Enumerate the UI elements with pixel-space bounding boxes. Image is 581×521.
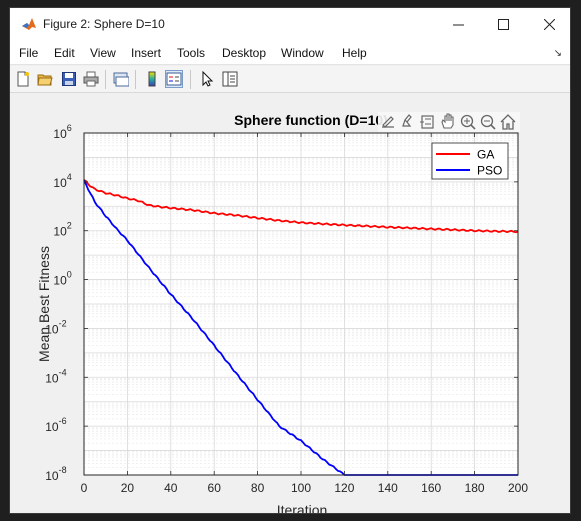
legend[interactable]: GA PSO bbox=[431, 142, 509, 180]
figure-canvas: 0 20 40 60 80 100 120 140 160 180 200 10-8 10-6 10-4… bbox=[11, 94, 570, 514]
legend-icon bbox=[166, 72, 182, 86]
save-icon bbox=[62, 72, 76, 86]
menu-file[interactable]: File bbox=[19, 46, 38, 60]
axes-toolbar bbox=[378, 112, 520, 132]
colorbar-button[interactable] bbox=[143, 70, 161, 88]
menu-view[interactable]: View bbox=[90, 46, 116, 60]
new-figure-button[interactable] bbox=[14, 70, 32, 88]
toolbar-separator bbox=[190, 70, 191, 89]
y-tick-label: 104 bbox=[53, 172, 71, 190]
matlab-logo-icon bbox=[22, 18, 36, 30]
link-plot-button[interactable] bbox=[112, 70, 130, 88]
print-button[interactable] bbox=[82, 70, 100, 88]
x-tick-label: 180 bbox=[465, 481, 485, 495]
legend-label-pso: PSO bbox=[477, 164, 502, 178]
x-tick-label: 60 bbox=[208, 481, 222, 495]
y-tick-label: 10-6 bbox=[45, 416, 66, 434]
x-tick-label: 80 bbox=[251, 481, 265, 495]
minimize-icon bbox=[452, 24, 464, 25]
new-figure-icon bbox=[17, 71, 29, 87]
maximize-icon bbox=[497, 18, 509, 30]
x-tick-label: 40 bbox=[164, 481, 178, 495]
y-tick-label: 106 bbox=[53, 123, 71, 141]
figure-toolbar bbox=[10, 66, 570, 93]
y-tick-label: 102 bbox=[53, 221, 71, 239]
legend-label-ga: GA bbox=[477, 148, 494, 162]
x-tick-label: 160 bbox=[421, 481, 441, 495]
x-tick-label: 140 bbox=[378, 481, 398, 495]
open-file-button[interactable] bbox=[36, 70, 54, 88]
menu-help[interactable]: Help bbox=[342, 46, 367, 60]
save-button[interactable] bbox=[60, 70, 78, 88]
property-editor-button[interactable] bbox=[221, 70, 239, 88]
print-icon bbox=[83, 71, 99, 87]
pointer-icon bbox=[202, 71, 214, 87]
minimize-button[interactable] bbox=[435, 8, 481, 40]
menu-edit[interactable]: Edit bbox=[54, 46, 75, 60]
x-tick-label: 120 bbox=[334, 481, 354, 495]
x-tick-label: 100 bbox=[291, 481, 311, 495]
dock-arrow-icon[interactable]: ↘ bbox=[554, 48, 562, 59]
legend-button[interactable] bbox=[165, 70, 183, 88]
close-icon bbox=[543, 18, 555, 30]
menu-desktop[interactable]: Desktop bbox=[222, 46, 266, 60]
y-tick-label: 10-8 bbox=[45, 465, 66, 483]
chart-title: Sphere function (D=10) bbox=[234, 112, 388, 128]
colorbar-icon bbox=[148, 71, 156, 87]
maximize-button[interactable] bbox=[480, 8, 526, 40]
x-tick-label: 20 bbox=[121, 481, 135, 495]
title-bar[interactable]: Figure 2: Sphere D=10 bbox=[10, 8, 570, 41]
x-tick-label: 0 bbox=[81, 481, 88, 495]
figure-window: Figure 2: Sphere D=10 File Edit View Ins… bbox=[9, 7, 571, 514]
menu-bar: File Edit View Insert Tools Desktop Wind… bbox=[10, 41, 570, 65]
window-title: Figure 2: Sphere D=10 bbox=[43, 17, 165, 31]
close-button[interactable] bbox=[526, 8, 570, 40]
y-axis-label: Mean Best Fitness bbox=[36, 246, 52, 362]
menu-window[interactable]: Window bbox=[281, 46, 324, 60]
x-tick-label: 200 bbox=[508, 481, 528, 495]
property-editor-icon bbox=[222, 71, 238, 87]
toolbar-separator bbox=[135, 70, 136, 89]
menu-tools[interactable]: Tools bbox=[177, 46, 205, 60]
pointer-button[interactable] bbox=[198, 70, 216, 88]
x-axis-label: Iteration bbox=[277, 502, 328, 514]
open-file-icon bbox=[37, 74, 53, 86]
y-tick-label: 10-4 bbox=[45, 367, 66, 385]
plot-svg: 0 20 40 60 80 100 120 140 160 180 200 10-8 10-6 10-4… bbox=[36, 112, 528, 514]
y-tick-label: 100 bbox=[53, 270, 71, 288]
menu-insert[interactable]: Insert bbox=[131, 46, 161, 60]
link-plot-icon bbox=[113, 72, 129, 87]
toolbar-separator bbox=[105, 70, 106, 89]
